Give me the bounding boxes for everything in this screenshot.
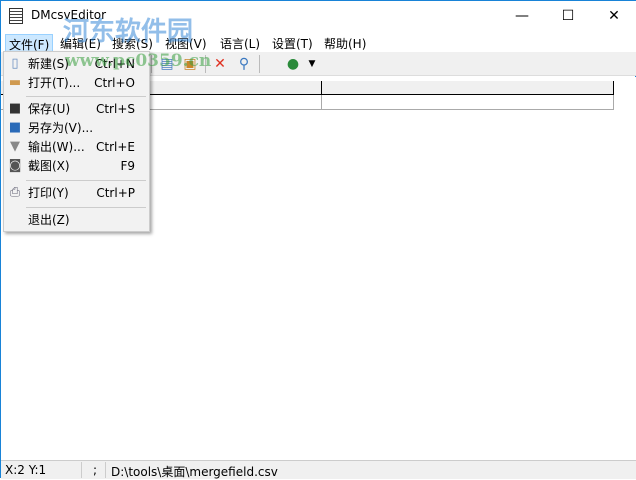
menu-settings[interactable]: 设置(T) [269,34,316,53]
paste-icon[interactable]: ▤ [158,55,176,73]
delete-icon[interactable]: ✕ [211,55,229,73]
title-bar: DMcsvEditor — ☐ ✕ [1,1,636,32]
save-as-icon: ■ [8,120,22,135]
chevron-down-icon[interactable]: ▼ [303,55,321,73]
camera-icon: ◙ [8,158,22,173]
toolbar-separator [259,55,260,73]
menu-separator [26,180,146,181]
menu-item-exit[interactable]: 退出(Z) [4,210,149,230]
app-icon [9,8,23,24]
menu-item-print[interactable]: ⎙ 打印(Y) Ctrl+P [4,183,149,203]
menu-item-save[interactable]: ■ 保存(U) Ctrl+S [4,99,149,119]
save-toolbar-icon[interactable]: ▣ [181,55,199,73]
menu-separator [26,96,146,97]
menu-view[interactable]: 视图(V) [162,34,210,53]
minimize-button[interactable]: — [499,1,545,31]
delimiter-indicator: ; [93,463,98,477]
folder-icon: ▬ [8,75,22,90]
toolbar-separator [151,55,152,73]
grid-cell[interactable] [322,95,614,110]
app-window: DMcsvEditor — ☐ ✕ 文件(F) 编辑(E) 搜索(S) 视图(V… [0,0,636,479]
funnel-icon: ▼ [10,139,20,154]
close-button[interactable]: ✕ [591,1,636,31]
status-separator [105,462,106,478]
column-header[interactable] [322,81,614,95]
printer-icon: ⎙ [9,185,21,200]
menu-item-save-as[interactable]: ■ 另存为(V)... [4,118,149,138]
menu-separator [26,207,146,208]
save-icon: ■ [8,101,22,116]
menu-item-screenshot[interactable]: ◙ 截图(X) F9 [4,156,149,176]
maximize-button[interactable]: ☐ [545,1,591,31]
toolbar-separator [205,55,206,73]
file-path: D:\tools\桌面\mergefield.csv [111,465,278,479]
file-menu-dropdown: ▯ 新建(S) Ctrl+N ▬ 打开(T)... Ctrl+O ■ 保存(U) Ctrl+… [3,51,150,232]
cursor-position: X:2 Y:1 [5,463,47,477]
menu-item-export[interactable]: ▼ 输出(W)... Ctrl+E [4,137,149,157]
status-bar: X:2 Y:1 ; D:\tools\桌面\mergefield.csv [1,460,636,479]
status-separator [81,462,82,478]
menu-help[interactable]: 帮助(H) [321,34,369,53]
globe-icon[interactable]: ● [284,55,302,73]
menu-language[interactable]: 语言(L) [217,34,263,53]
menu-bar: 文件(F) 编辑(E) 搜索(S) 视图(V) 语言(L) 设置(T) 帮助(H… [1,32,636,55]
magnifier-icon[interactable]: ⚲ [235,55,253,73]
menu-item-new[interactable]: ▯ 新建(S) Ctrl+N [4,54,149,74]
new-file-icon: ▯ [11,56,19,71]
menu-item-open[interactable]: ▬ 打开(T)... Ctrl+O [4,73,149,93]
window-title: DMcsvEditor [31,8,107,22]
